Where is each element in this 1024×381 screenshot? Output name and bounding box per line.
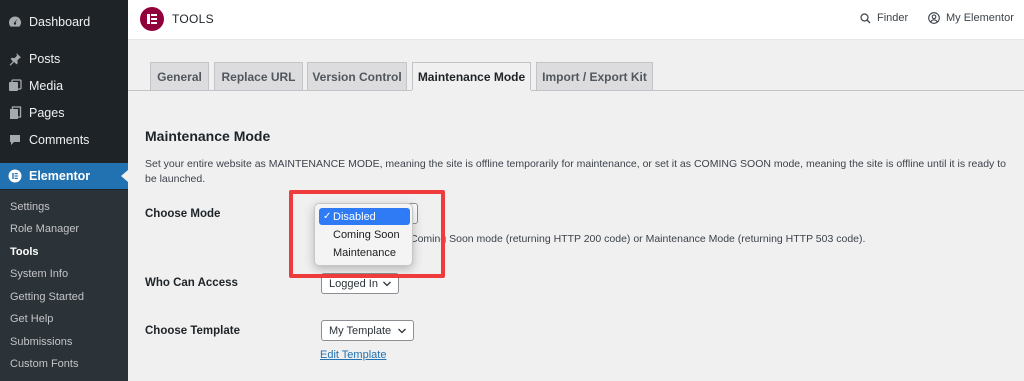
comments-icon [8,133,22,147]
submenu-settings[interactable]: Settings [10,201,50,213]
choose-template-select[interactable]: My Template [321,320,414,341]
submenu-custom-fonts[interactable]: Custom Fonts [10,358,78,370]
search-icon [860,12,871,23]
sidebar-item-dashboard[interactable]: Dashboard [0,9,128,35]
choose-mode-help: Coming Soon mode (returning HTTP 200 cod… [410,233,866,245]
tab-version-control[interactable]: Version Control [307,62,407,90]
elementor-icon [8,169,22,183]
tab-maintenance-mode[interactable]: Maintenance Mode [412,62,531,91]
submenu-submissions[interactable]: Submissions [10,336,72,348]
active-tab-gap [412,90,531,91]
section-title: Maintenance Mode [145,128,271,144]
tab-replace-url[interactable]: Replace URL [214,62,303,90]
section-description: Set your entire website as MAINTENANCE M… [145,158,1006,185]
tabs-divider [128,90,1024,91]
who-can-access-label: Who Can Access [145,277,238,289]
sidebar-item-elementor[interactable]: Elementor [0,163,128,189]
media-icon [8,79,22,93]
chevron-down-icon [398,328,406,334]
sidebar-item-pages[interactable]: Pages [0,100,128,126]
highlight-box [289,190,445,278]
submenu-system-info[interactable]: System Info [10,268,68,280]
my-elementor-button[interactable]: My Elementor [928,12,1014,24]
sidebar-item-posts[interactable]: Posts [0,46,128,72]
tab-import-export-kit[interactable]: Import / Export Kit [536,62,653,90]
dashboard-icon [8,15,22,29]
tab-general[interactable]: General [150,62,209,90]
finder-button[interactable]: Finder [860,12,908,24]
submenu-get-help[interactable]: Get Help [10,313,53,325]
page-title: TOOLS [172,12,214,26]
sidebar-item-comments[interactable]: Comments [0,127,128,153]
choose-mode-label: Choose Mode [145,208,221,220]
pages-icon [8,106,22,120]
submenu-role-manager[interactable]: Role Manager [10,223,79,235]
admin-sidebar: Dashboard Posts Media Pages Comments Ele… [0,0,128,381]
elementor-topbar: TOOLS Finder My Elementor [128,0,1024,40]
submenu-getting-started[interactable]: Getting Started [10,291,84,303]
submenu-tools[interactable]: Tools [10,246,39,258]
chevron-down-icon [383,281,391,287]
elementor-logo [140,7,164,31]
edit-template-link[interactable]: Edit Template [320,349,386,361]
pushpin-icon [8,52,22,66]
user-icon [928,12,940,24]
sidebar-item-media[interactable]: Media [0,73,128,99]
choose-template-label: Choose Template [145,325,240,337]
elementor-submenu: Settings Role Manager Tools System Info … [0,190,128,381]
